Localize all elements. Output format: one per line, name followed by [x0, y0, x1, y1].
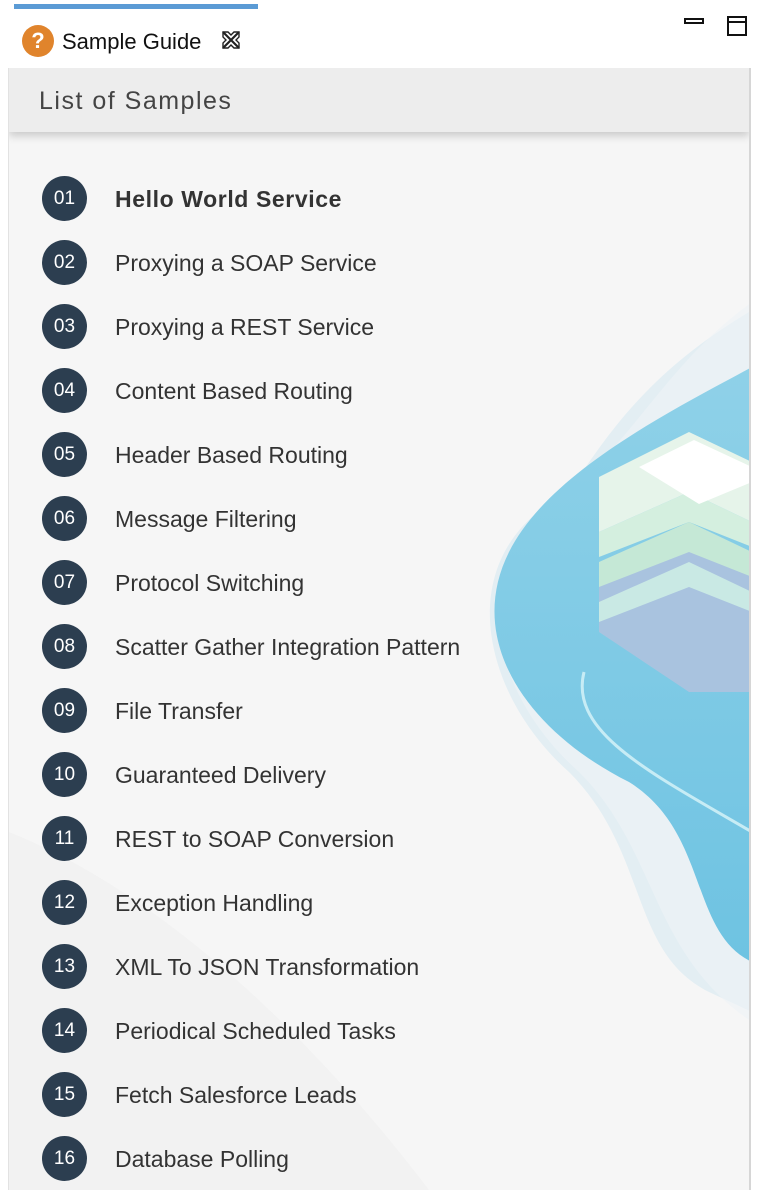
tab-title: Sample Guide: [62, 29, 202, 54]
sample-item-14[interactable]: 14 Periodical Scheduled Tasks: [42, 1008, 602, 1054]
sample-label[interactable]: REST to SOAP Conversion: [115, 826, 394, 853]
sample-label[interactable]: Guaranteed Delivery: [115, 762, 326, 789]
sample-item-13[interactable]: 13 XML To JSON Transformation: [42, 944, 602, 990]
sample-label[interactable]: Protocol Switching: [115, 570, 304, 597]
sample-label[interactable]: Hello World Service: [115, 186, 342, 213]
close-icon[interactable]: [220, 29, 242, 51]
sample-item-11[interactable]: 11 REST to SOAP Conversion: [42, 816, 602, 862]
sample-number-badge: 02: [42, 240, 87, 285]
sample-item-08[interactable]: 08 Scatter Gather Integration Pattern: [42, 624, 602, 670]
sample-guide-panel: List of Samples 01 Hello World Service 02 P…: [8, 68, 751, 1190]
sample-label[interactable]: Periodical Scheduled Tasks: [115, 1018, 396, 1045]
sample-number-badge: 01: [42, 176, 87, 221]
sample-number-badge: 08: [42, 624, 87, 669]
sample-number-badge: 06: [42, 496, 87, 541]
panel-title: List of Samples: [39, 87, 233, 115]
sample-item-06[interactable]: 06 Message Filtering: [42, 496, 602, 542]
sample-item-07[interactable]: 07 Protocol Switching: [42, 560, 602, 606]
sample-number-badge: 15: [42, 1072, 87, 1117]
sample-item-15[interactable]: 15 Fetch Salesforce Leads: [42, 1072, 602, 1118]
sample-number-badge: 10: [42, 752, 87, 797]
sample-label[interactable]: File Transfer: [115, 698, 243, 725]
sample-number-badge: 04: [42, 368, 87, 413]
sample-label[interactable]: Content Based Routing: [115, 378, 353, 405]
sample-number-badge: 05: [42, 432, 87, 477]
sample-item-09[interactable]: 09 File Transfer: [42, 688, 602, 734]
sample-number-badge: 16: [42, 1136, 87, 1181]
tab-sample-guide[interactable]: ? Sample Guide: [14, 4, 258, 62]
maximize-icon[interactable]: [727, 16, 747, 36]
sample-label[interactable]: Database Polling: [115, 1146, 289, 1173]
panel-header: List of Samples: [9, 68, 749, 132]
sample-number-badge: 11: [42, 816, 87, 861]
sample-label[interactable]: Header Based Routing: [115, 442, 348, 469]
sample-label[interactable]: Exception Handling: [115, 890, 313, 917]
sample-number-badge: 13: [42, 944, 87, 989]
sample-item-04[interactable]: 04 Content Based Routing: [42, 368, 602, 414]
sample-number-badge: 09: [42, 688, 87, 733]
sample-label[interactable]: Proxying a REST Service: [115, 314, 374, 341]
sample-label[interactable]: Fetch Salesforce Leads: [115, 1082, 357, 1109]
sample-item-10[interactable]: 10 Guaranteed Delivery: [42, 752, 602, 798]
sample-item-02[interactable]: 02 Proxying a SOAP Service: [42, 240, 602, 286]
sample-label[interactable]: Proxying a SOAP Service: [115, 250, 377, 277]
editor-tab-bar: ? Sample Guide: [0, 0, 758, 68]
sample-item-05[interactable]: 05 Header Based Routing: [42, 432, 602, 478]
sample-item-03[interactable]: 03 Proxying a REST Service: [42, 304, 602, 350]
sample-item-12[interactable]: 12 Exception Handling: [42, 880, 602, 926]
help-icon: ?: [22, 25, 54, 57]
sample-label[interactable]: Scatter Gather Integration Pattern: [115, 634, 460, 661]
sample-item-16[interactable]: 16 Database Polling: [42, 1136, 602, 1182]
sample-label[interactable]: Message Filtering: [115, 506, 297, 533]
sample-item-01[interactable]: 01 Hello World Service: [42, 176, 602, 222]
sample-label[interactable]: XML To JSON Transformation: [115, 954, 419, 981]
sample-number-badge: 07: [42, 560, 87, 605]
sample-number-badge: 03: [42, 304, 87, 349]
sample-number-badge: 14: [42, 1008, 87, 1053]
sample-number-badge: 12: [42, 880, 87, 925]
minimize-icon[interactable]: [684, 18, 704, 24]
